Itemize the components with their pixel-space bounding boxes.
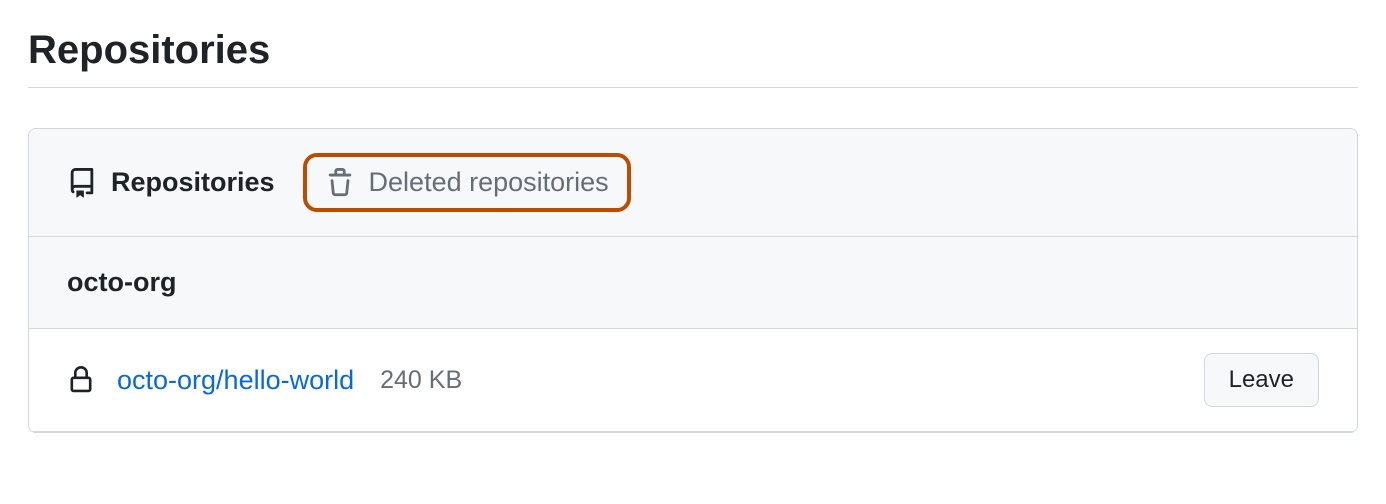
repo-icon: [67, 168, 97, 198]
trash-icon: [325, 168, 355, 198]
tab-deleted-label: Deleted repositories: [369, 167, 609, 198]
page-title: Repositories: [28, 28, 1358, 88]
tab-repositories[interactable]: Repositories: [67, 167, 275, 198]
tab-deleted-highlight: Deleted repositories: [303, 153, 631, 212]
repo-size: 240 KB: [380, 366, 462, 395]
repo-row-left: octo-org/hello-world 240 KB: [67, 365, 462, 396]
org-header: octo-org: [29, 237, 1357, 329]
lock-icon: [67, 366, 95, 394]
tab-deleted-repositories[interactable]: Deleted repositories: [325, 167, 609, 198]
repositories-panel: Repositories Deleted repositories octo-o…: [28, 128, 1358, 433]
repo-link[interactable]: octo-org/hello-world: [117, 365, 354, 396]
repo-row: octo-org/hello-world 240 KB Leave: [29, 329, 1357, 432]
tab-repositories-label: Repositories: [111, 167, 275, 198]
leave-button[interactable]: Leave: [1204, 353, 1319, 407]
tabs-header: Repositories Deleted repositories: [29, 129, 1357, 237]
